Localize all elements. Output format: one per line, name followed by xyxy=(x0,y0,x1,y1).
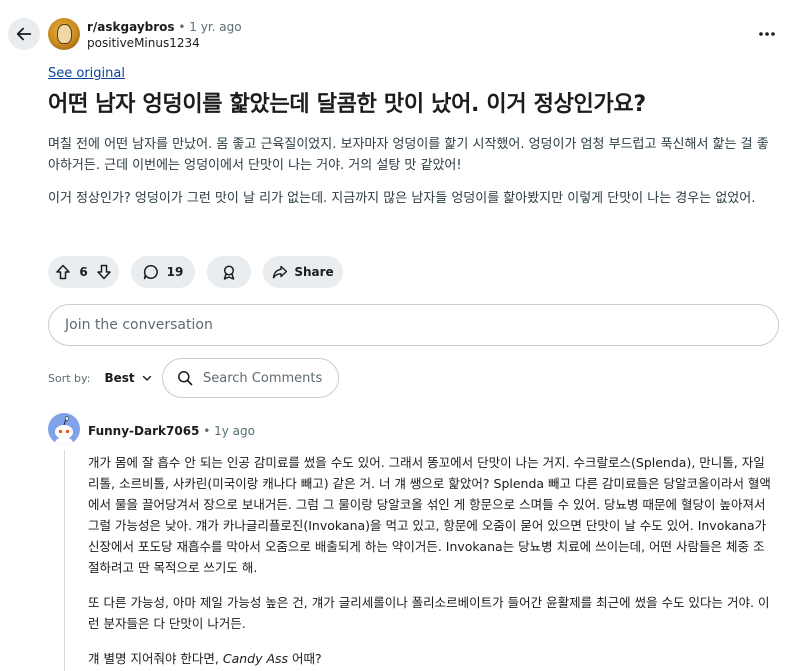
comment-author[interactable]: Funny-Dark7065 xyxy=(88,424,199,438)
post-age: 1 yr. ago xyxy=(189,20,242,34)
post-body: 며칠 전에 어떤 남자를 만났어. 몸 좋고 근육질이었지. 보자마자 엉덩이를… xyxy=(48,134,778,221)
comment-count: 19 xyxy=(166,265,184,279)
thread-line[interactable] xyxy=(64,450,65,671)
comment-paragraph: 걔 별명 지어줘야 한다면, Candy Ass 어때? xyxy=(88,648,773,669)
sort-label: Sort by: xyxy=(48,371,91,385)
snoo-avatar-icon xyxy=(55,416,73,445)
comments-button[interactable]: 19 xyxy=(131,256,195,288)
comment-separator: • xyxy=(203,424,211,438)
arrow-left-icon xyxy=(16,27,32,41)
comment-emphasis: Candy Ass xyxy=(222,651,289,666)
sort-dropdown[interactable]: Best xyxy=(104,371,152,385)
comment-text: 걔 별명 지어줘야 한다면, xyxy=(88,651,223,666)
post-action-bar: 6 19 Share xyxy=(48,256,343,288)
post-title: 어떤 남자 엉덩이를 핥았는데 달콤한 맛이 났어. 이거 정상인가요? xyxy=(48,92,646,117)
sort-value: Best xyxy=(104,371,135,385)
avatar-face-graphic xyxy=(57,24,72,44)
subreddit-avatar[interactable] xyxy=(48,18,80,50)
comment-body: 개가 몸에 잘 흡수 안 되는 인공 감미료를 썼을 수도 있어. 그래서 똥꼬… xyxy=(88,452,773,671)
upvote-icon[interactable] xyxy=(55,264,71,280)
post-paragraph: 며칠 전에 어떤 남자를 만났어. 몸 좋고 근육질이었지. 보자마자 엉덩이를… xyxy=(48,137,769,173)
back-button[interactable] xyxy=(8,18,40,50)
post-meta: r/askgaybros • 1 yr. ago positiveMinus12… xyxy=(87,19,242,51)
vote-control: 6 xyxy=(48,256,119,288)
see-original-link[interactable]: See original xyxy=(48,66,125,81)
comment-bubble-icon xyxy=(143,265,158,280)
comment-paragraph: 또 다른 가능성, 아마 제일 가능성 높은 건, 걔가 글리세롤이나 폴리소르… xyxy=(88,595,770,631)
share-arrow-icon xyxy=(273,265,288,279)
join-conversation-input[interactable]: Join the conversation xyxy=(48,304,779,346)
more-options-button[interactable] xyxy=(755,22,779,46)
subreddit-link[interactable]: r/askgaybros xyxy=(87,20,175,34)
vote-score: 6 xyxy=(79,265,88,279)
award-button[interactable] xyxy=(207,256,251,288)
commenter-avatar[interactable] xyxy=(48,413,80,445)
share-label: Share xyxy=(294,265,334,279)
chevron-down-icon xyxy=(142,375,151,381)
post-paragraph: 이거 정상인가? 엉덩이가 그런 맛이 날 리가 없는데. 지금까지 많은 남자… xyxy=(48,191,756,206)
comment-age: 1y ago xyxy=(214,424,255,438)
search-comments-placeholder: Search Comments xyxy=(203,370,323,386)
search-icon xyxy=(178,371,193,386)
reddit-post-page: r/askgaybros • 1 yr. ago positiveMinus12… xyxy=(0,0,787,671)
search-comments-input[interactable]: Search Comments xyxy=(162,358,339,398)
comment-text: 어때? xyxy=(288,651,322,666)
comment-paragraph: 개가 몸에 잘 흡수 안 되는 인공 감미료를 썼을 수도 있어. 그래서 똥꼬… xyxy=(88,455,771,575)
share-button[interactable]: Share xyxy=(263,256,343,288)
comment-meta: Funny-Dark7065 • 1y ago xyxy=(88,423,255,439)
downvote-icon[interactable] xyxy=(96,264,112,280)
award-icon xyxy=(223,265,235,280)
meta-separator: • xyxy=(178,20,186,34)
sort-row: Sort by: Best xyxy=(48,358,153,398)
more-dots-icon xyxy=(759,32,775,36)
post-author[interactable]: positiveMinus1234 xyxy=(87,35,242,51)
